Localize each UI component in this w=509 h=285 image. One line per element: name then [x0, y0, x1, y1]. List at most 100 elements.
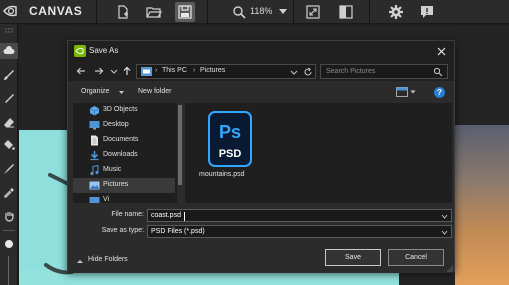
toolbar-divider	[96, 0, 97, 24]
refresh-icon[interactable]	[303, 67, 313, 77]
toolbar-divider	[369, 0, 370, 24]
fill-bucket-icon[interactable]	[2, 138, 16, 152]
chevron-down-icon[interactable]	[441, 213, 448, 220]
new-file-icon[interactable]	[113, 2, 133, 22]
up-arrow-icon[interactable]	[121, 65, 133, 77]
tree-item-downloads[interactable]: Downloads	[73, 148, 175, 163]
eraser-icon[interactable]	[2, 116, 16, 130]
hand-icon[interactable]	[2, 209, 16, 223]
search-icon	[433, 67, 443, 77]
close-icon[interactable]	[434, 44, 448, 58]
pictures-icon	[89, 181, 100, 190]
tree-item-label: Desktop	[103, 121, 129, 128]
chevron-down-icon[interactable]	[441, 229, 448, 236]
tree-item-music[interactable]: Music	[73, 163, 175, 178]
help-icon[interactable]: ?	[434, 87, 445, 98]
file-list: Ps PSD mountains.psd	[185, 103, 452, 203]
feedback-icon[interactable]	[417, 2, 437, 22]
brush-size-slider[interactable]	[8, 256, 9, 285]
navigation-bar: › This PC › Pictures Search Pictures	[68, 61, 454, 81]
psd-file-icon: Ps PSD	[208, 111, 252, 167]
canvas-app: CANVAS 118% Save As › This PC › Pictures…	[0, 0, 509, 285]
organize-button[interactable]: Organize	[81, 88, 109, 95]
chevron-down-icon[interactable]	[289, 67, 299, 77]
app-icon	[74, 45, 86, 57]
tree-item-pictures[interactable]: Pictures	[73, 178, 175, 193]
hide-folders-label: Hide Folders	[88, 256, 128, 263]
dialog-footer: File name: coast.psd Save as type: PSD F…	[68, 203, 454, 273]
file-name-label: mountains.psd	[199, 171, 245, 178]
open-folder-icon[interactable]	[144, 2, 164, 22]
documents-icon	[91, 135, 98, 146]
brush-size-dot-icon[interactable]	[2, 237, 16, 251]
tree-item-3d-objects[interactable]: 3D Objects	[73, 103, 175, 118]
music-icon	[90, 165, 99, 176]
app-brand: CANVAS	[29, 4, 83, 18]
scrollbar-thumb[interactable]	[178, 105, 182, 185]
toolbar-divider	[293, 0, 294, 24]
tree-item-label: Vi	[103, 196, 110, 203]
new-folder-button[interactable]: New folder	[138, 88, 171, 95]
top-toolbar: CANVAS 118%	[0, 0, 509, 24]
forward-arrow-icon[interactable]	[93, 65, 105, 77]
gear-icon[interactable]	[386, 2, 406, 22]
zoom-level[interactable]: 118%	[250, 6, 272, 16]
tool-strip	[0, 24, 18, 285]
eyedropper-icon[interactable]	[2, 186, 16, 200]
cloud-icon[interactable]	[0, 43, 18, 59]
toolbar-divider	[207, 0, 208, 24]
cancel-button[interactable]: Cancel	[388, 249, 444, 266]
nvidia-logo-icon	[3, 3, 20, 19]
psd-icon-subtext: PSD	[219, 148, 242, 160]
tree-item-documents[interactable]: Documents	[73, 133, 175, 148]
resize-grip-icon[interactable]	[446, 265, 453, 272]
chevron-down-icon[interactable]	[278, 6, 288, 16]
folder-tree: 3D Objects Desktop Documents Downloads M…	[73, 103, 183, 203]
breadcrumb-separator: ›	[155, 67, 158, 74]
tree-item-label: Downloads	[103, 151, 138, 158]
file-name-label: File name:	[111, 211, 144, 218]
grip-icon	[5, 28, 13, 33]
brush-icon[interactable]	[2, 68, 16, 82]
split-view-icon[interactable]	[336, 2, 356, 22]
downloads-icon	[90, 151, 99, 161]
hide-folders-toggle[interactable]: Hide Folders	[76, 255, 146, 267]
file-name-value: coast.psd	[151, 212, 181, 219]
save-icon[interactable]	[175, 2, 195, 22]
search-input[interactable]: Search Pictures	[320, 64, 448, 79]
address-bar[interactable]: › This PC › Pictures	[136, 64, 316, 79]
tree-item-label: Documents	[103, 136, 139, 143]
tree-scrollbar[interactable]	[177, 103, 183, 203]
breadcrumb-separator: ›	[193, 67, 196, 74]
chevron-up-icon	[77, 260, 83, 263]
tree-item-label: 3D Objects	[103, 106, 138, 113]
save-button[interactable]: Save	[325, 249, 381, 266]
file-item-mountains[interactable]: Ps PSD	[207, 110, 253, 170]
save-type-select[interactable]: PSD Files (*.psd)	[147, 225, 452, 238]
chevron-down-icon[interactable]	[118, 89, 125, 96]
search-placeholder: Search Pictures	[326, 68, 376, 75]
dialog-title: Save As	[89, 46, 119, 55]
dialog-titlebar[interactable]: Save As	[68, 41, 454, 61]
file-name-input[interactable]: coast.psd	[147, 209, 452, 222]
save-type-label: Save as type:	[101, 227, 144, 234]
chevron-down-icon[interactable]	[410, 89, 416, 95]
back-arrow-icon[interactable]	[75, 65, 87, 77]
text-cursor	[184, 212, 185, 221]
tree-item-desktop[interactable]: Desktop	[73, 118, 175, 133]
tree-item-label: Pictures	[103, 181, 129, 188]
pc-icon	[141, 67, 152, 76]
chevron-down-icon[interactable]	[108, 65, 120, 77]
breadcrumb-pictures[interactable]: Pictures	[200, 67, 225, 74]
brush-alt-icon[interactable]	[2, 162, 16, 176]
paint-brush-icon[interactable]	[2, 92, 16, 106]
view-options-icon[interactable]	[396, 87, 408, 97]
tree-item-label: Music	[103, 166, 122, 173]
save-as-dialog: Save As › This PC › Pictures Search Pict…	[67, 40, 455, 273]
breadcrumb-this-pc[interactable]: This PC	[162, 67, 187, 74]
search-icon[interactable]	[229, 2, 249, 22]
tool-divider	[3, 230, 15, 231]
fit-to-screen-icon[interactable]	[303, 2, 323, 22]
tree-item-videos[interactable]: Vi	[73, 193, 175, 203]
psd-icon-text: Ps	[219, 122, 241, 142]
